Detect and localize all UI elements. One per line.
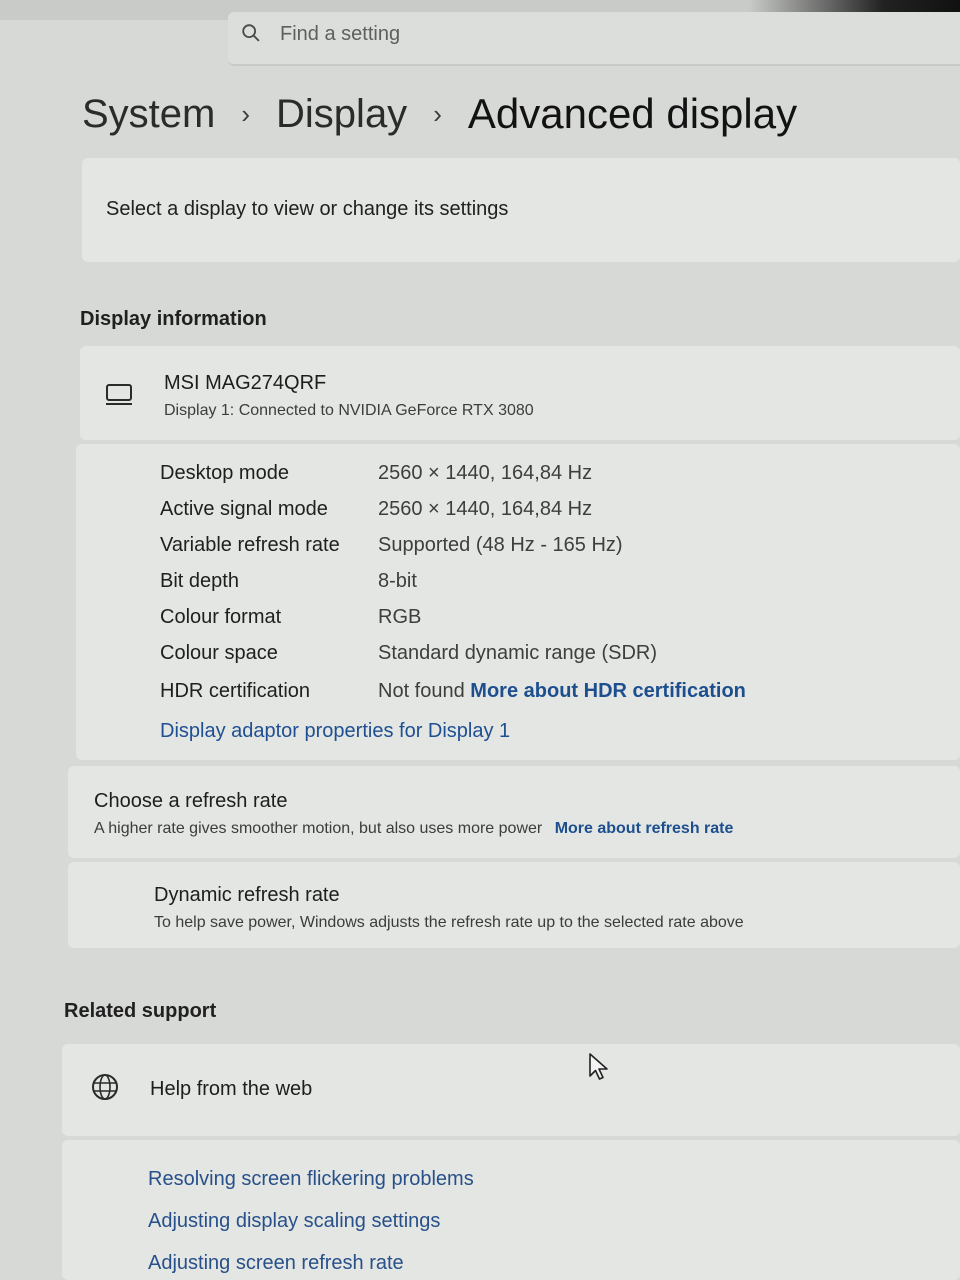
display-adapter-properties-link[interactable]: Display adaptor properties for Display 1 — [160, 720, 510, 743]
chevron-right-icon: › — [241, 98, 251, 129]
select-display-text: Select a display to view or change its s… — [106, 198, 509, 220]
support-links-card: Resolving screen flickering problems Adj… — [62, 1140, 960, 1280]
refresh-rate-card[interactable]: Choose a refresh rate A higher rate give… — [68, 766, 960, 858]
info-value: 2560 × 1440, 164,84 Hz — [378, 498, 593, 520]
info-value: 2560 × 1440, 164,84 Hz — [378, 462, 593, 484]
mouse-cursor-icon — [589, 1053, 608, 1080]
refresh-rate-subtitle: A higher rate gives smoother motion, but… — [94, 820, 733, 838]
support-link-flickering[interactable]: Resolving screen flickering problems — [148, 1168, 474, 1191]
info-row-colour-format: Colour format RGB — [160, 606, 940, 636]
breadcrumb-display[interactable]: Display — [276, 92, 407, 137]
info-value: 8-bit — [378, 570, 417, 592]
monitor-header-card: MSI MAG274QRF Display 1: Connected to NV… — [80, 346, 960, 440]
search-box[interactable] — [228, 12, 960, 66]
dynamic-refresh-title: Dynamic refresh rate — [154, 884, 340, 906]
info-value: Supported (48 Hz - 165 Hz) — [378, 534, 623, 556]
info-label: Colour space — [160, 642, 278, 664]
support-link-scaling[interactable]: Adjusting display scaling settings — [148, 1210, 440, 1233]
info-row-active-signal-mode: Active signal mode 2560 × 1440, 164,84 H… — [160, 498, 940, 528]
related-support-heading: Related support — [64, 1000, 217, 1022]
info-label: Bit depth — [160, 570, 239, 592]
search-icon — [242, 24, 260, 42]
support-link-refresh-rate[interactable]: Adjusting screen refresh rate — [148, 1252, 404, 1275]
info-row-desktop-mode: Desktop mode 2560 × 1440, 164,84 Hz — [160, 462, 940, 492]
info-value: RGB — [378, 606, 422, 628]
help-from-web-card[interactable]: Help from the web — [62, 1044, 960, 1136]
breadcrumb-system[interactable]: System — [82, 92, 215, 137]
refresh-rate-title: Choose a refresh rate — [94, 790, 288, 812]
hdr-certification-link[interactable]: More about HDR certification — [470, 680, 746, 702]
refresh-rate-link[interactable]: More about refresh rate — [555, 820, 734, 837]
display-information-heading: Display information — [80, 308, 267, 330]
info-row-bit-depth: Bit depth 8-bit — [160, 570, 940, 600]
display-info-card: Desktop mode 2560 × 1440, 164,84 Hz Acti… — [76, 444, 960, 760]
globe-icon — [92, 1074, 118, 1100]
info-row-colour-space: Colour space Standard dynamic range (SDR… — [160, 642, 940, 672]
monitor-name: MSI MAG274QRF — [164, 372, 327, 394]
search-input[interactable] — [278, 22, 882, 47]
info-value: Not found More about HDR certification — [378, 680, 746, 703]
dynamic-refresh-subtitle: To help save power, Windows adjusts the … — [154, 914, 744, 931]
page-title: Advanced display — [467, 90, 798, 137]
info-label: Active signal mode — [160, 498, 328, 520]
monitor-icon — [106, 384, 132, 405]
chevron-right-icon: › — [433, 98, 442, 129]
info-row-variable-refresh-rate: Variable refresh rate Supported (48 Hz -… — [160, 534, 940, 564]
refresh-rate-description: A higher rate gives smoother motion, but… — [94, 820, 543, 837]
breadcrumb: System › Display › Advanced display — [82, 78, 942, 150]
hdr-status: Not found — [378, 680, 465, 702]
info-row-hdr-certification: HDR certification Not found More about H… — [160, 680, 940, 710]
select-display-card[interactable]: Select a display to view or change its s… — [82, 158, 960, 262]
help-from-web-title: Help from the web — [150, 1078, 313, 1100]
dynamic-refresh-rate-card[interactable]: Dynamic refresh rate To help save power,… — [68, 862, 960, 948]
info-label: Variable refresh rate — [160, 534, 340, 556]
info-value: Standard dynamic range (SDR) — [378, 642, 658, 664]
info-label: Desktop mode — [160, 462, 289, 484]
monitor-connection: Display 1: Connected to NVIDIA GeForce R… — [164, 402, 534, 419]
info-label: Colour format — [160, 606, 282, 628]
info-label: HDR certification — [160, 680, 311, 702]
